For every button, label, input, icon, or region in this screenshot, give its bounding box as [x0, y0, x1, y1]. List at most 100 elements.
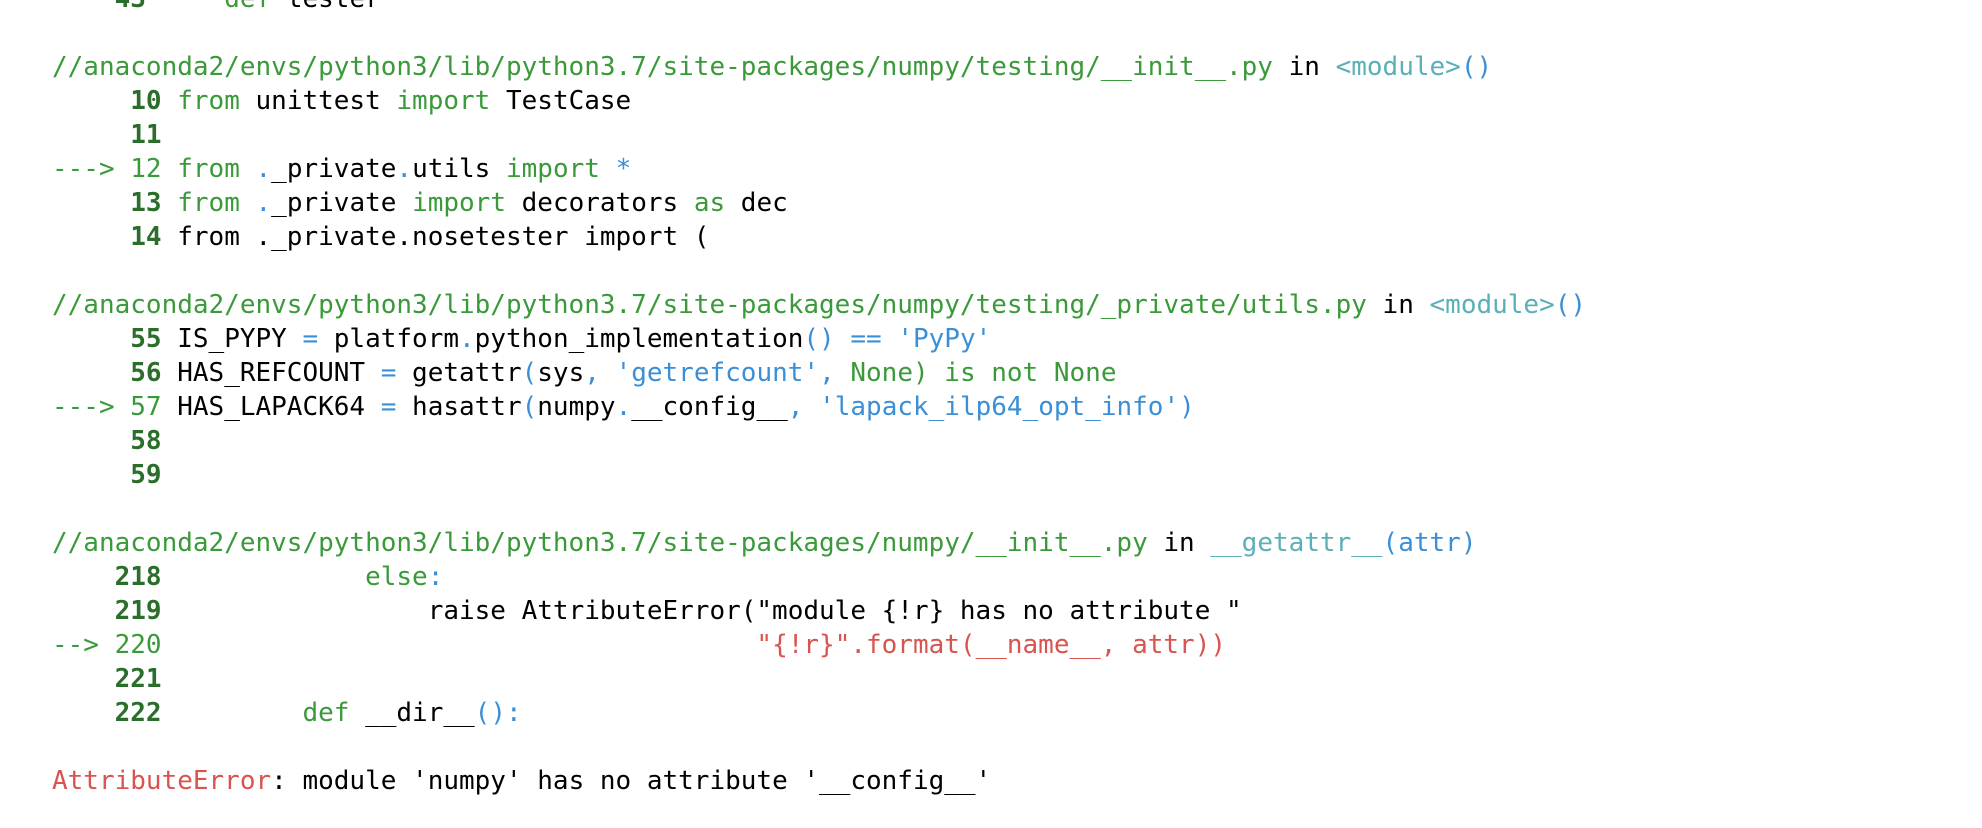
code-line: 58: [52, 424, 1982, 458]
code-token: (: [521, 358, 538, 388]
line-number: 43: [52, 0, 162, 14]
code-token: numpy: [537, 392, 616, 422]
code-token: :: [427, 562, 444, 592]
code-token: unittest: [239, 86, 397, 116]
code-token: __getattr__: [1210, 528, 1383, 558]
error-message: AttributeError: module 'numpy' has no at…: [52, 764, 1982, 798]
code-line: 11: [52, 118, 1982, 152]
code-token: from ._private.nosetester import (: [177, 222, 710, 252]
code-line: 219 raise AttributeError("module {!r} ha…: [52, 594, 1982, 628]
code-token: raise AttributeError("module {!r} has no…: [177, 596, 1242, 626]
code-line: 59: [52, 458, 1982, 492]
line-number: 219: [52, 596, 178, 626]
traceback-output: 43 def tester //anaconda2/envs/python3/l…: [52, 0, 1982, 798]
code-token: def: [302, 698, 350, 728]
line-number: 58: [52, 426, 178, 456]
code-token: TestCase: [490, 86, 632, 116]
code-line: 221: [52, 662, 1982, 696]
code-token: __dir__: [349, 698, 475, 728]
code-token: decorators: [505, 188, 694, 218]
code-token: in: [1272, 52, 1336, 82]
current-code-line: ---> 57 HAS_LAPACK64 = hasattr(numpy.__c…: [52, 390, 1982, 424]
code-line: 222 def __dir__():: [52, 696, 1982, 730]
code-token: def: [224, 0, 271, 14]
code-token: =: [302, 324, 319, 354]
code-line: 43 def tester: [52, 0, 1982, 16]
code-token: (): [803, 324, 835, 354]
code-line: 55 IS_PYPY = platform.python_implementat…: [52, 322, 1982, 356]
code-token: //anaconda2/envs/python3/lib/python3.7/s…: [52, 528, 1148, 558]
code-token: : module 'numpy' has no attribute '__con…: [271, 766, 992, 796]
code-token: _private: [271, 154, 397, 184]
line-number: 221: [52, 664, 178, 694]
code-token: hasattr: [396, 392, 522, 422]
code-token: import: [396, 86, 491, 116]
line-number: 59: [52, 460, 178, 490]
code-token: ,: [819, 358, 835, 388]
code-token: <module>: [1429, 290, 1555, 320]
code-token: from: [177, 188, 240, 218]
code-token: in: [1366, 290, 1430, 320]
code-token: platform: [318, 324, 460, 354]
code-line: 13 from ._private import decorators as d…: [52, 186, 1982, 220]
code-token: HAS_REFCOUNT: [177, 358, 381, 388]
code-line: 218 else:: [52, 560, 1982, 594]
code-token: (: [521, 392, 538, 422]
code-token: ,: [584, 358, 600, 388]
line-number: 11: [52, 120, 178, 150]
code-token: python_implementation: [474, 324, 804, 354]
code-token: <module>: [1335, 52, 1461, 82]
code-token: .: [255, 188, 272, 218]
code-token: .: [459, 324, 475, 354]
code-token: *: [615, 154, 632, 184]
code-token: as: [693, 188, 726, 218]
code-token: (attr): [1382, 528, 1477, 558]
code-token: else: [365, 562, 428, 592]
current-code-line: ---> 12 from ._private.utils import *: [52, 152, 1982, 186]
line-number: 10: [52, 86, 178, 116]
code-token: .: [615, 392, 632, 422]
code-token: 'PyPy': [897, 324, 992, 354]
line-number: 14: [52, 222, 178, 252]
current-line-marker: --> 220: [52, 630, 178, 660]
code-token: _private: [271, 188, 413, 218]
current-line-marker: ---> 57: [52, 392, 178, 422]
code-token: IS_PYPY: [177, 324, 303, 354]
code-token: =: [380, 392, 397, 422]
code-token: AttributeError: [52, 766, 272, 796]
current-code-line: --> 220 "{!r}".format(__name__, attr)): [52, 628, 1982, 662]
code-token: dec: [725, 188, 788, 218]
code-token: sys: [537, 358, 585, 388]
code-token: .: [255, 154, 272, 184]
code-token: HAS_LAPACK64: [177, 392, 381, 422]
code-token: None) is not None: [834, 358, 1117, 388]
line-number: 218: [52, 562, 178, 592]
code-token: from: [177, 154, 240, 184]
code-token: 'getrefcount': [615, 358, 820, 388]
code-token: ==: [850, 324, 882, 354]
traceback-frame-header: //anaconda2/envs/python3/lib/python3.7/s…: [52, 288, 1982, 322]
code-token: from: [177, 86, 240, 116]
code-token: ,: [787, 392, 804, 422]
code-token: "{!r}".format(__name__, attr)): [756, 630, 1227, 660]
code-line: 56 HAS_REFCOUNT = getattr(sys, 'getrefco…: [52, 356, 1982, 390]
code-token: //anaconda2/envs/python3/lib/python3.7/s…: [52, 52, 1273, 82]
code-token: tester: [271, 0, 381, 14]
code-token: __config__: [631, 392, 788, 422]
code-token: ():: [474, 698, 522, 728]
current-line-marker: ---> 12: [52, 154, 178, 184]
code-token: import: [505, 154, 600, 184]
